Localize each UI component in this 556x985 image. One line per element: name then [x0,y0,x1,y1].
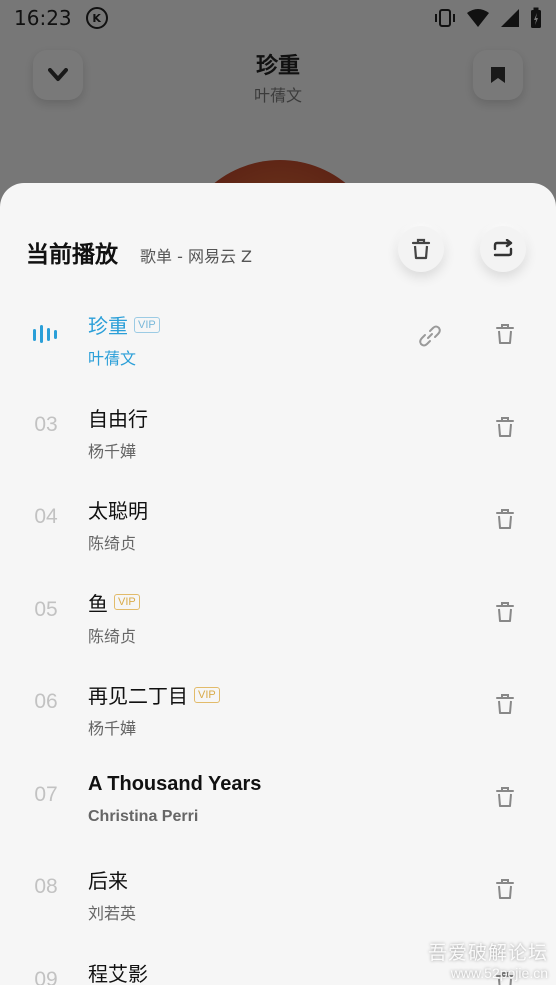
song-title: 后来 [88,869,128,893]
trash-icon [411,238,431,260]
song-artist: 陈绮贞 [88,626,137,646]
playlist-row[interactable]: 06 再见二丁目 VIP 杨千嬅 [0,660,556,753]
playlist-row[interactable]: 03 自由行 杨千嬅 [0,383,556,476]
playlist-row[interactable]: 04 太聪明 陈绮贞 [0,475,556,568]
remove-song-icon[interactable] [495,878,515,900]
clear-playlist-button[interactable] [398,226,444,272]
song-index: 04 [34,505,58,528]
remove-song-icon[interactable] [495,601,515,623]
song-title: A Thousand Years [88,772,262,795]
remove-song-icon[interactable] [495,786,515,808]
song-index: 03 [34,412,58,436]
song-index: 08 [34,875,58,898]
playlist-sheet: 当前播放 歌单 - 网易云 Z 珍重 VIP 叶蒨文 03 自由行 杨千嬅 04… [0,183,556,985]
link-icon[interactable] [417,323,443,349]
remove-song-icon[interactable] [495,693,515,715]
song-artist: Christina Perri [88,807,199,825]
song-title: 珍重 [88,314,128,338]
song-index: 06 [34,690,58,713]
song-artist: 杨千嬅 [88,719,137,738]
song-title: 程艾影 [88,961,148,985]
remove-song-icon[interactable] [495,508,515,530]
playlist-row-playing[interactable]: 珍重 VIP 叶蒨文 [0,290,556,383]
playlist-row[interactable]: 07 A Thousand Years Christina Perri [0,753,556,846]
vip-badge: VIP [194,686,220,703]
playlist-list: 珍重 VIP 叶蒨文 03 自由行 杨千嬅 04 太聪明 陈绮贞 05 鱼 VI… [0,290,556,985]
song-index: 05 [34,597,58,621]
watermark-url: www.52pojie.cn [450,965,548,981]
song-artist: 刘若英 [88,904,137,923]
watermark: 吾爱破解论坛 www.52pojie.cn [428,938,548,981]
repeat-mode-button[interactable] [480,226,526,272]
playlist-source: 歌单 - 网易云 Z [140,247,252,266]
song-artist: 陈绮贞 [88,534,137,553]
now-playing-bars-icon [33,325,57,343]
remove-song-icon[interactable] [495,323,515,345]
song-artist: 杨千嬅 [88,441,137,461]
playlist-row[interactable]: 05 鱼 VIP 陈绮贞 [0,568,556,661]
song-index: 09 [34,967,58,985]
remove-song-icon[interactable] [495,416,515,438]
vip-badge: VIP [114,594,140,610]
song-title: 太聪明 [88,499,148,523]
playlist-row[interactable]: 08 后来 刘若英 [0,845,556,938]
song-title: 自由行 [88,406,148,431]
playlist-title: 当前播放 [26,242,118,268]
vip-badge: VIP [134,316,160,333]
song-index: 07 [34,782,58,806]
watermark-title: 吾爱破解论坛 [427,942,548,964]
song-title: 鱼 [88,591,108,616]
song-artist: 叶蒨文 [88,349,137,368]
song-title: 再见二丁目 [88,684,188,708]
repeat-icon [493,239,513,257]
